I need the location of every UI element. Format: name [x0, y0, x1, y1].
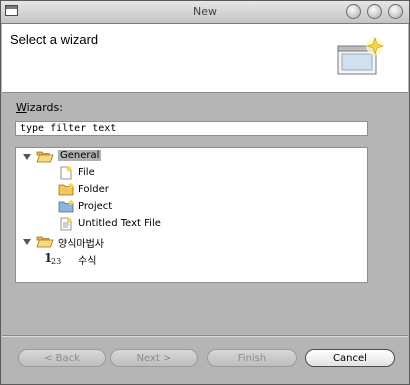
next-button[interactable]: Next >: [110, 349, 198, 367]
close-button[interactable]: [388, 4, 403, 19]
wizard-tree[interactable]: General File Folder Project Untitled Tex…: [15, 147, 368, 283]
wizards-label: Wizards:: [16, 101, 63, 114]
cancel-button[interactable]: Cancel: [305, 349, 395, 367]
expand-arrow-icon[interactable]: [23, 154, 31, 160]
minimize-button[interactable]: [346, 4, 361, 19]
expand-arrow-icon[interactable]: [23, 239, 31, 245]
tree-item-file[interactable]: File: [78, 167, 95, 178]
project-icon: [58, 200, 74, 213]
tree-item-form-wizard[interactable]: 양식마법사: [58, 235, 104, 250]
filter-input[interactable]: type filter text: [15, 121, 368, 136]
tree-item-project[interactable]: Project: [78, 201, 112, 212]
tree-item-untitled-text-file[interactable]: Untitled Text File: [78, 218, 161, 229]
wizard-window: New Select a wizard Wizards: type filter…: [0, 0, 410, 385]
file-icon: [60, 166, 72, 180]
tree-item-formula[interactable]: 수식: [78, 252, 96, 267]
tree-item-folder[interactable]: Folder: [78, 184, 109, 195]
folder-open-icon: [36, 236, 54, 248]
button-bar-separator: [2, 335, 408, 337]
text-file-icon: [60, 217, 72, 231]
number-format-icon: 1 23: [44, 251, 61, 265]
page-title: Select a wizard: [10, 32, 99, 47]
wizard-banner-icon: [337, 37, 384, 75]
back-button[interactable]: < Back: [18, 349, 106, 367]
folder-open-icon: [36, 151, 54, 163]
tree-item-general[interactable]: General: [58, 150, 102, 161]
svg-text:23: 23: [51, 257, 61, 265]
maximize-button[interactable]: [367, 4, 382, 19]
finish-button[interactable]: Finish: [207, 349, 297, 367]
title-bar: New: [1, 1, 409, 24]
folder-icon: [58, 183, 74, 196]
wizard-header: Select a wizard: [2, 24, 408, 93]
